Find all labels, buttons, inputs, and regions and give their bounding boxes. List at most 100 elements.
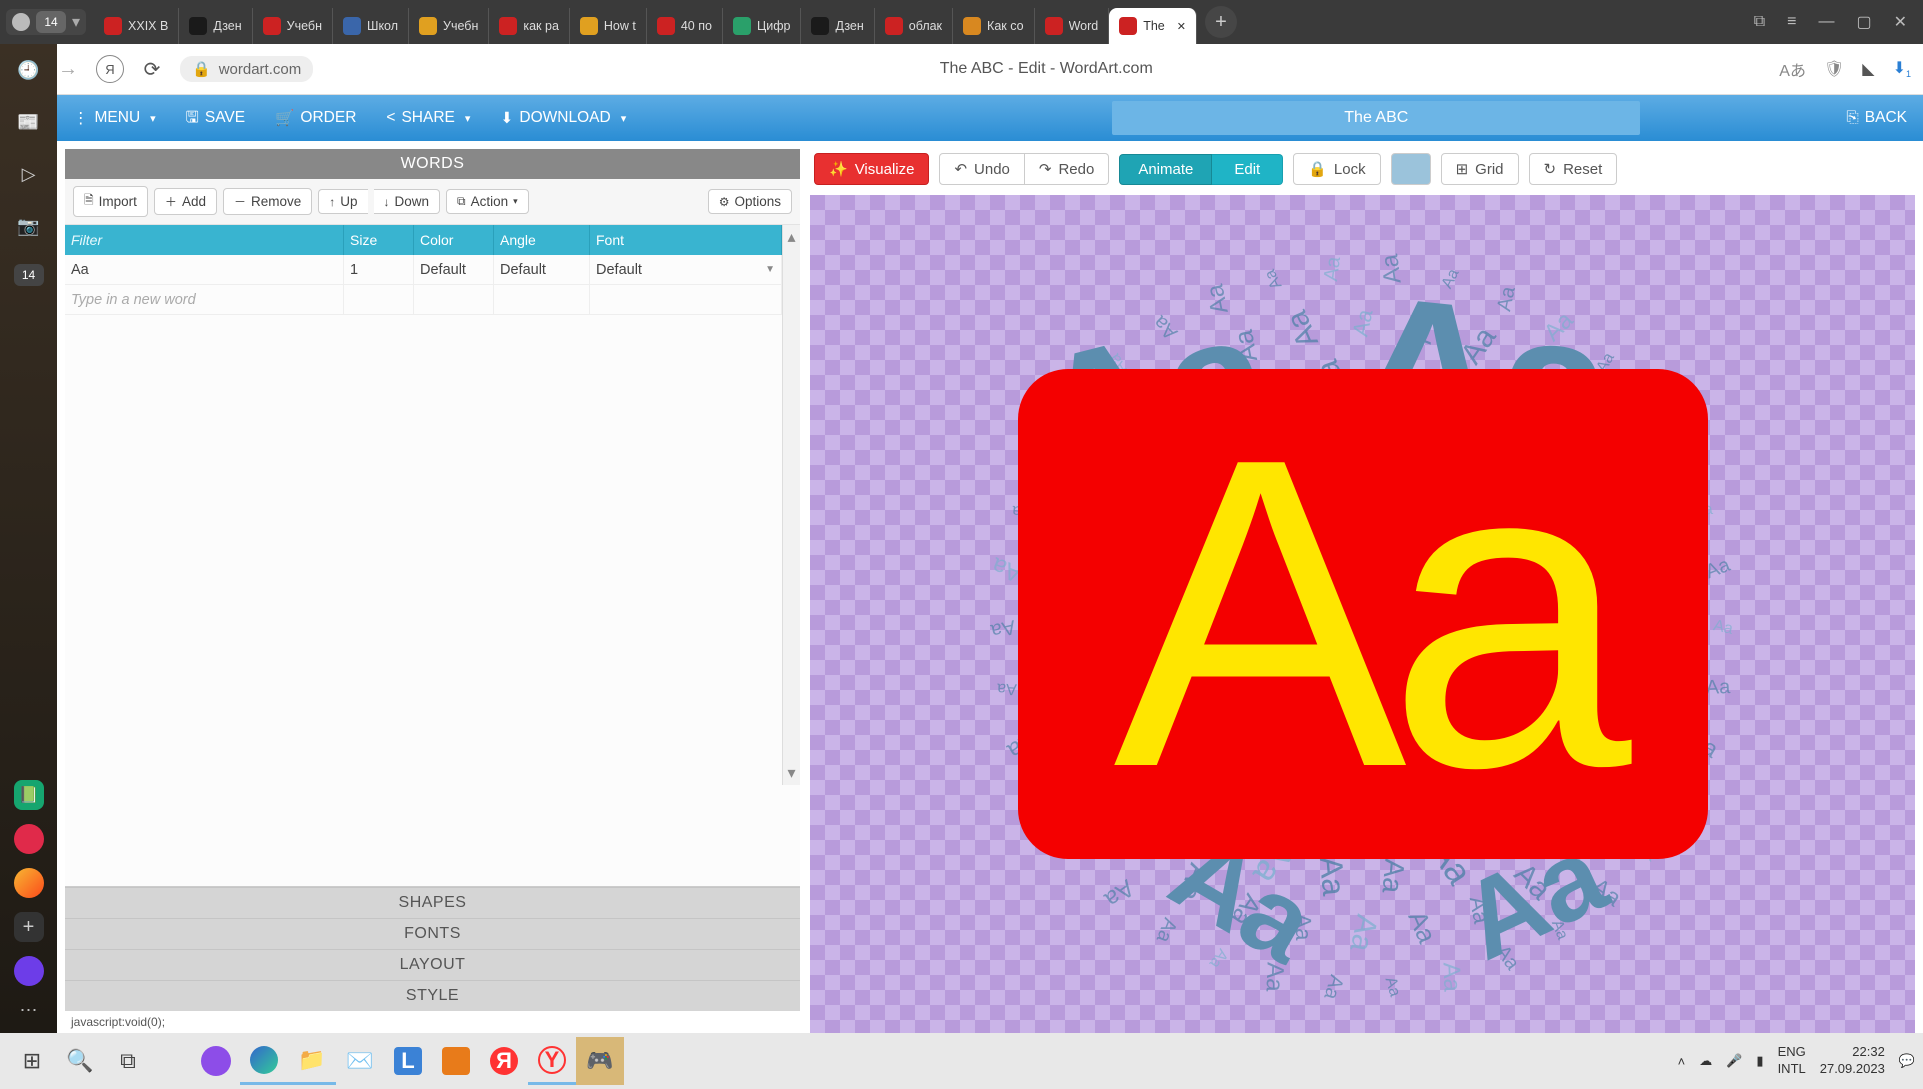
taskbar-app-mail[interactable]: ✉️ xyxy=(336,1037,384,1085)
address-box[interactable]: 🔒 wordart.com xyxy=(180,56,313,82)
browser-tab[interactable]: Как со xyxy=(953,8,1035,44)
new-word-placeholder[interactable]: Type in a new word xyxy=(65,285,344,314)
notifications-icon[interactable]: 💬 xyxy=(1899,1053,1915,1069)
angle-cell[interactable]: Default xyxy=(494,255,590,284)
taskbar-app-game[interactable]: 🎮 xyxy=(576,1037,624,1085)
move-down-button[interactable]: ↓Down xyxy=(374,189,441,214)
taskbar-app-alice[interactable] xyxy=(192,1037,240,1085)
animate-button[interactable]: Animate xyxy=(1119,154,1212,185)
col-angle[interactable]: Angle xyxy=(494,225,590,255)
canvas[interactable]: AaAaAaAaAaAaAaAaAaAaAaAaAaAaAaAaAaAaAaAa… xyxy=(810,195,1915,1033)
new-word-row[interactable]: Type in a new word xyxy=(65,285,782,315)
translate-icon[interactable]: Аあ xyxy=(1779,57,1806,81)
sidebar-app-1[interactable]: 📗 xyxy=(14,780,44,810)
download-indicator-icon[interactable]: ⬇1 xyxy=(1893,58,1911,79)
scroll-up-icon[interactable]: ▴ xyxy=(787,227,795,247)
table-scrollbar[interactable]: ▴ ▾ xyxy=(782,225,800,785)
browser-tab[interactable]: Дзен xyxy=(801,8,874,44)
tab-count-badge[interactable]: 14 xyxy=(14,264,44,286)
tabs-overview-icon[interactable]: ⧉ xyxy=(1754,13,1765,31)
add-word-button[interactable]: ＋Add xyxy=(154,188,217,215)
tray-battery-icon[interactable]: ▮ xyxy=(1756,1053,1763,1069)
remove-word-button[interactable]: －Remove xyxy=(223,188,312,215)
browser-tab[interactable]: Word xyxy=(1035,8,1110,44)
shapes-section-header[interactable]: SHAPES xyxy=(65,887,800,918)
browser-menu-icon[interactable]: ≡ xyxy=(1787,13,1796,31)
tab-close-icon[interactable]: ✕ xyxy=(1177,20,1186,33)
browser-tab[interactable]: 40 по xyxy=(647,8,723,44)
share-button[interactable]: < SHARE xyxy=(380,105,476,131)
tray-mic-icon[interactable]: 🎤 xyxy=(1726,1053,1742,1069)
reset-button[interactable]: ↻ Reset xyxy=(1529,153,1618,185)
start-icon[interactable]: ⊞ xyxy=(8,1037,56,1085)
redo-button[interactable]: ↷ Redo xyxy=(1025,153,1109,185)
size-cell[interactable]: 1 xyxy=(344,255,414,284)
word-cell[interactable]: Aa xyxy=(65,255,344,284)
language-indicator[interactable]: ENG INTL xyxy=(1778,1044,1806,1078)
action-button[interactable]: ⧉Action ▾ xyxy=(446,189,529,214)
clock[interactable]: 22:32 27.09.2023 xyxy=(1820,1044,1885,1078)
browser-tab[interactable]: Учебн xyxy=(253,8,333,44)
style-section-header[interactable]: STYLE xyxy=(65,980,800,1011)
close-icon[interactable]: ✕ xyxy=(1894,12,1907,32)
history-icon[interactable]: 🕘 xyxy=(15,56,43,84)
filter-input[interactable] xyxy=(71,232,337,248)
words-section-header[interactable]: WORDS xyxy=(65,149,800,179)
sidebar-more-icon[interactable]: ⋯ xyxy=(20,1000,38,1021)
browser-tab[interactable]: The✕ xyxy=(1109,8,1197,44)
font-cell[interactable]: Default▼ xyxy=(590,255,782,284)
task-view-icon[interactable]: ⧉ xyxy=(104,1037,152,1085)
color-cell[interactable]: Default xyxy=(414,255,494,284)
col-font[interactable]: Font xyxy=(590,225,782,255)
move-up-button[interactable]: ↑Up xyxy=(318,189,367,214)
browser-tab[interactable]: Дзен xyxy=(179,8,252,44)
feed-icon[interactable]: 📰 xyxy=(15,108,43,136)
fonts-section-header[interactable]: FONTS xyxy=(65,918,800,949)
reload-icon[interactable]: ⟳ xyxy=(138,57,166,82)
taskbar-app-explorer[interactable]: 📁 xyxy=(288,1037,336,1085)
taskbar-app-yabrowser[interactable]: Y xyxy=(528,1037,576,1085)
sidebar-add-button[interactable]: + xyxy=(14,912,44,942)
save-button[interactable]: 🖫 SAVE xyxy=(180,101,251,136)
minimize-icon[interactable]: ― xyxy=(1818,13,1834,31)
search-icon[interactable]: 🔍 xyxy=(56,1037,104,1085)
layout-section-header[interactable]: LAYOUT xyxy=(65,949,800,980)
visualize-button[interactable]: ✨ Visualize xyxy=(814,153,929,185)
browser-tab[interactable]: XXIX В xyxy=(94,8,179,44)
taskbar-app-l[interactable]: L xyxy=(384,1037,432,1085)
taskbar-app-edge[interactable] xyxy=(240,1037,288,1085)
bookmark-icon[interactable]: ◣ xyxy=(1862,59,1874,79)
browser-tab[interactable]: Цифр xyxy=(723,8,801,44)
yandex-icon[interactable]: Я xyxy=(96,55,124,83)
import-button[interactable]: 🗎Import xyxy=(73,186,148,217)
lock-button[interactable]: 🔒 Lock xyxy=(1293,153,1380,185)
menu-button[interactable]: ⋮ MENU xyxy=(67,105,162,132)
color-swatch[interactable] xyxy=(1391,153,1431,185)
profile-indicator[interactable]: 14 ▾ xyxy=(6,9,86,35)
order-button[interactable]: 🛒 ORDER xyxy=(269,105,362,132)
undo-button[interactable]: ↶ Undo xyxy=(939,153,1024,185)
download-button[interactable]: ⬇ DOWNLOAD xyxy=(494,105,632,132)
browser-tab[interactable]: как ра xyxy=(489,8,570,44)
table-row[interactable]: Aa 1 Default Default Default▼ xyxy=(65,255,782,285)
maximize-icon[interactable]: ▢ xyxy=(1856,12,1871,32)
sidebar-app-2[interactable] xyxy=(14,824,44,854)
tray-chevron-icon[interactable]: ˄ xyxy=(1678,1054,1686,1069)
camera-icon[interactable]: 📷 xyxy=(15,212,43,240)
main-word-card[interactable]: Aa xyxy=(1018,369,1708,859)
forward-arrow-icon[interactable]: → xyxy=(54,58,82,81)
shield-icon[interactable]: 🛡 xyxy=(1824,59,1844,79)
browser-tab[interactable]: How t xyxy=(570,8,647,44)
new-tab-button[interactable]: + xyxy=(1205,6,1237,38)
options-button[interactable]: ⚙Options xyxy=(708,189,792,214)
col-size[interactable]: Size xyxy=(344,225,414,255)
sidebar-alice-icon[interactable] xyxy=(14,956,44,986)
grid-button[interactable]: ⊞ Grid xyxy=(1441,153,1519,185)
browser-tab[interactable]: Учебн xyxy=(409,8,489,44)
art-name-input[interactable] xyxy=(1112,101,1640,135)
tray-cloud-icon[interactable]: ☁ xyxy=(1699,1053,1712,1069)
back-button[interactable]: ⎘ BACK xyxy=(1840,105,1913,131)
scroll-down-icon[interactable]: ▾ xyxy=(787,763,795,783)
browser-tab[interactable]: Школ xyxy=(333,8,409,44)
taskbar-app-orange[interactable] xyxy=(432,1037,480,1085)
